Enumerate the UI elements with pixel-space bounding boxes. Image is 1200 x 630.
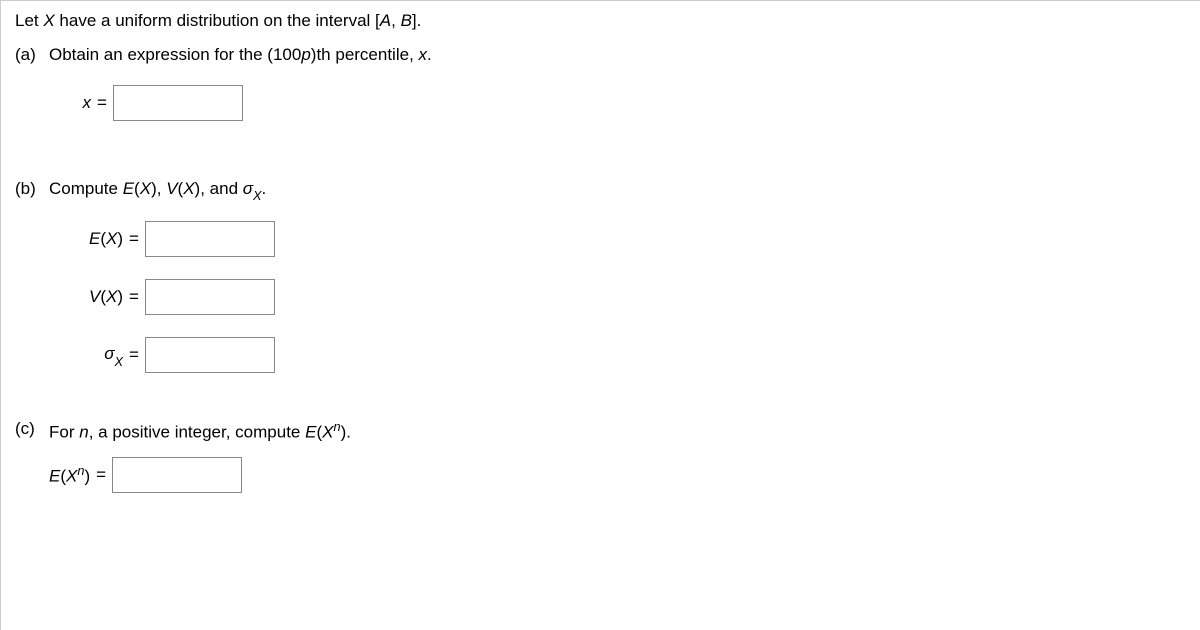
prompt-var-x: x <box>419 45 428 64</box>
intro-var-B: B <box>401 11 412 30</box>
prompt-E: E <box>123 179 134 198</box>
prompt-text: , <box>157 179 166 198</box>
eq-lhs: x <box>71 93 97 113</box>
prompt-n: n <box>79 423 88 442</box>
eq-E: E <box>89 229 100 248</box>
part-a-prompt: Obtain an expression for the (100p)th pe… <box>49 45 1186 65</box>
part-c: (c) For n, a positive integer, compute E… <box>15 419 1186 493</box>
answer-input-ex[interactable] <box>145 221 275 257</box>
eq-sup-n: n <box>77 463 84 478</box>
eq-X: X <box>106 229 117 248</box>
prompt-text: , and <box>200 179 243 198</box>
part-b-body: Compute E(X), V(X), and σX. E(X) = V(X) … <box>49 179 1186 395</box>
prompt-text: , a positive integer, compute <box>89 423 305 442</box>
equals-sign: = <box>96 465 112 485</box>
prompt-V: V <box>166 179 177 198</box>
eq-X: X <box>66 467 77 486</box>
part-b-label: (b) <box>15 179 49 199</box>
problem-container: { "intro": { "pre": "Let ", "var": "X", … <box>0 0 1200 630</box>
prompt-text: . <box>346 423 351 442</box>
answer-input-x[interactable] <box>113 85 243 121</box>
equals-sign: = <box>129 229 145 249</box>
equation-row-vx: V(X) = <box>71 279 1186 315</box>
prompt-text: Obtain an expression for the (100 <box>49 45 301 64</box>
equals-sign: = <box>129 345 145 365</box>
part-a: (a) Obtain an expression for the (100p)t… <box>15 45 1186 143</box>
part-b: (b) Compute E(X), V(X), and σX. E(X) = V… <box>15 179 1186 395</box>
problem-intro: Let X have a uniform distribution on the… <box>15 11 1186 31</box>
equals-sign: = <box>97 93 113 113</box>
eq-sigma: σ <box>104 344 114 363</box>
intro-var-X: X <box>43 11 54 30</box>
intro-text: Let <box>15 11 43 30</box>
intro-text: , <box>391 11 400 30</box>
prompt-text: For <box>49 423 79 442</box>
equation-row-exn: E(Xn) = <box>49 457 1186 493</box>
prompt-var-p: p <box>301 45 310 64</box>
eq-E: E <box>49 467 60 486</box>
eq-lhs: E(X) <box>71 229 129 249</box>
equation-row-sigmax: σX = <box>71 337 1186 373</box>
equals-sign: = <box>129 287 145 307</box>
answer-input-vx[interactable] <box>145 279 275 315</box>
eq-lhs: σX <box>71 344 129 366</box>
eq-lhs: E(Xn) <box>49 463 96 487</box>
prompt-X: X <box>322 423 333 442</box>
intro-text: have a uniform distribution on the inter… <box>55 11 380 30</box>
part-a-label: (a) <box>15 45 49 65</box>
eq-sub-X: X <box>114 354 123 369</box>
part-c-prompt: For n, a positive integer, compute E(Xn)… <box>49 419 1186 443</box>
answer-input-exn[interactable] <box>112 457 242 493</box>
prompt-sub-X: X <box>253 188 262 203</box>
part-c-label: (c) <box>15 419 49 439</box>
eq-var-x: x <box>83 93 92 112</box>
prompt-text: . <box>262 179 267 198</box>
prompt-text: . <box>427 45 432 64</box>
prompt-text: Compute <box>49 179 123 198</box>
part-b-prompt: Compute E(X), V(X), and σX. <box>49 179 1186 201</box>
prompt-sigma: σ <box>243 179 253 198</box>
equation-row-x: x = <box>71 85 1186 121</box>
eq-X: X <box>106 287 117 306</box>
prompt-X: X <box>183 179 194 198</box>
prompt-E: E <box>305 423 316 442</box>
eq-lhs: V(X) <box>71 287 129 307</box>
equation-row-ex: E(X) = <box>71 221 1186 257</box>
answer-input-sigmax[interactable] <box>145 337 275 373</box>
prompt-X: X <box>140 179 151 198</box>
eq-V: V <box>89 287 100 306</box>
prompt-sup-n: n <box>333 419 340 434</box>
prompt-text: )th percentile, <box>311 45 419 64</box>
intro-var-A: A <box>380 11 391 30</box>
part-c-body: For n, a positive integer, compute E(Xn)… <box>49 419 1186 493</box>
part-a-body: Obtain an expression for the (100p)th pe… <box>49 45 1186 143</box>
intro-text: ]. <box>412 11 421 30</box>
